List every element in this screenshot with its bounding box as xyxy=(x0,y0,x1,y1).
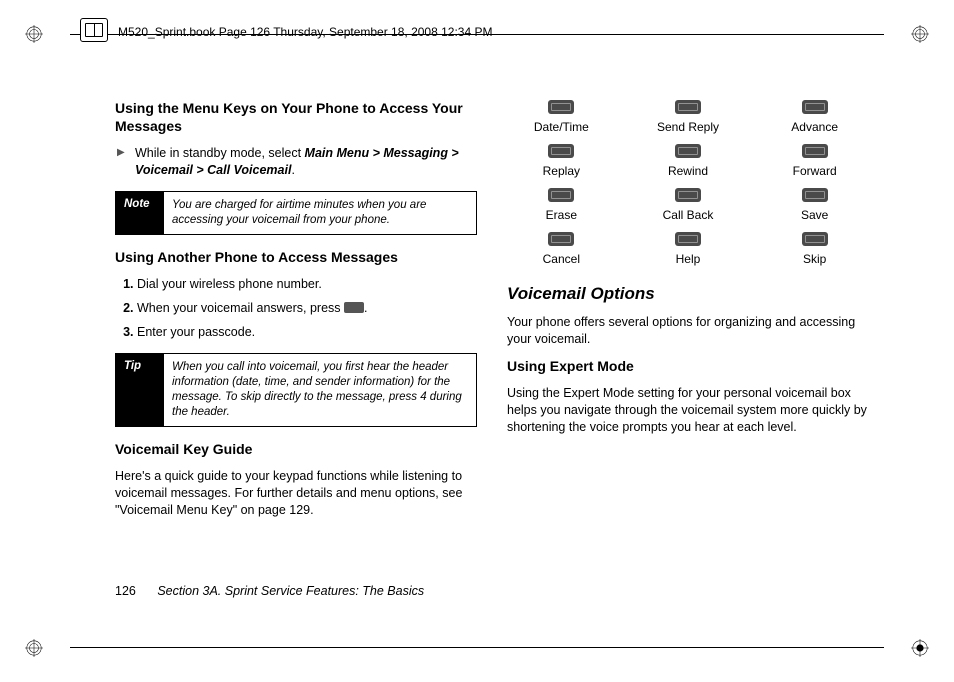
key-label: Advance xyxy=(791,120,838,134)
phone-key-icon xyxy=(802,100,828,114)
instruction-suffix: . xyxy=(291,163,294,177)
key-label: Call Back xyxy=(663,208,714,222)
keycap-icon xyxy=(344,302,364,313)
phone-key-icon xyxy=(675,100,701,114)
page-number: 126 xyxy=(115,584,136,598)
key-rewind: Rewind xyxy=(634,144,743,178)
heading-menu-keys: Using the Menu Keys on Your Phone to Acc… xyxy=(115,100,477,135)
steps-list: Dial your wireless phone number. When yo… xyxy=(115,276,477,341)
footer-section: Section 3A. Sprint Service Features: The… xyxy=(157,584,424,598)
voicemail-options-intro: Your phone offers several options for or… xyxy=(507,314,869,348)
crop-mark-icon xyxy=(25,639,43,657)
key-erase: Erase xyxy=(507,188,616,222)
phone-key-icon xyxy=(802,232,828,246)
heading-expert-mode: Using Expert Mode xyxy=(507,358,869,376)
crop-mark-icon xyxy=(25,25,43,43)
key-label: Help xyxy=(676,252,701,266)
phone-key-icon xyxy=(548,100,574,114)
instruction-standby: ▶ While in standby mode, select Main Men… xyxy=(115,145,477,179)
key-advance: Advance xyxy=(760,100,869,134)
right-column: Date/Time Send Reply Advance Replay Rewi… xyxy=(507,100,869,602)
tip-callout: Tip When you call into voicemail, you fi… xyxy=(115,353,477,427)
key-skip: Skip xyxy=(760,232,869,266)
key-replay: Replay xyxy=(507,144,616,178)
phone-key-icon xyxy=(802,188,828,202)
heading-another-phone: Using Another Phone to Access Messages xyxy=(115,249,477,267)
key-label: Send Reply xyxy=(657,120,719,134)
note-text: You are charged for airtime minutes when… xyxy=(164,192,476,234)
step-3: Enter your passcode. xyxy=(137,324,477,341)
phone-key-icon xyxy=(675,232,701,246)
note-callout: Note You are charged for airtime minutes… xyxy=(115,191,477,235)
step-2-suffix: . xyxy=(364,301,367,315)
step-1: Dial your wireless phone number. xyxy=(137,276,477,293)
key-save: Save xyxy=(760,188,869,222)
page-header: M520_Sprint.book Page 126 Thursday, Sept… xyxy=(80,18,874,42)
phone-key-icon xyxy=(548,232,574,246)
heading-key-guide: Voicemail Key Guide xyxy=(115,441,477,459)
tip-label: Tip xyxy=(116,354,164,426)
page-footer: 126 Section 3A. Sprint Service Features:… xyxy=(115,584,424,598)
instruction-prefix: While in standby mode, select xyxy=(135,146,305,160)
keypad-grid: Date/Time Send Reply Advance Replay Rewi… xyxy=(507,100,869,266)
step-2: When your voicemail answers, press . xyxy=(137,300,477,317)
key-label: Skip xyxy=(803,252,826,266)
key-forward: Forward xyxy=(760,144,869,178)
play-arrow-icon: ▶ xyxy=(117,146,125,160)
key-label: Forward xyxy=(793,164,837,178)
key-label: Save xyxy=(801,208,828,222)
key-date-time: Date/Time xyxy=(507,100,616,134)
page-content: Using the Menu Keys on Your Phone to Acc… xyxy=(115,100,869,602)
header-filename: M520_Sprint.book Page 126 Thursday, Sept… xyxy=(118,21,492,39)
phone-key-icon xyxy=(548,188,574,202)
key-label: Rewind xyxy=(668,164,708,178)
expert-mode-text: Using the Expert Mode setting for your p… xyxy=(507,385,869,436)
crop-mark-icon xyxy=(911,639,929,657)
left-column: Using the Menu Keys on Your Phone to Acc… xyxy=(115,100,477,602)
key-help: Help xyxy=(634,232,743,266)
key-label: Erase xyxy=(546,208,577,222)
key-call-back: Call Back xyxy=(634,188,743,222)
tip-text: When you call into voicemail, you first … xyxy=(164,354,476,426)
phone-key-icon xyxy=(675,144,701,158)
step-2-text: When your voicemail answers, press xyxy=(137,301,344,315)
key-label: Cancel xyxy=(543,252,580,266)
phone-key-icon xyxy=(675,188,701,202)
phone-key-icon xyxy=(548,144,574,158)
key-cancel: Cancel xyxy=(507,232,616,266)
key-label: Date/Time xyxy=(534,120,589,134)
key-label: Replay xyxy=(543,164,580,178)
note-label: Note xyxy=(116,192,164,234)
phone-key-icon xyxy=(802,144,828,158)
book-icon xyxy=(80,18,108,42)
crop-rule xyxy=(70,647,884,648)
key-guide-text: Here's a quick guide to your keypad func… xyxy=(115,468,477,519)
key-send-reply: Send Reply xyxy=(634,100,743,134)
section-voicemail-options: Voicemail Options xyxy=(507,284,869,304)
crop-mark-icon xyxy=(911,25,929,43)
